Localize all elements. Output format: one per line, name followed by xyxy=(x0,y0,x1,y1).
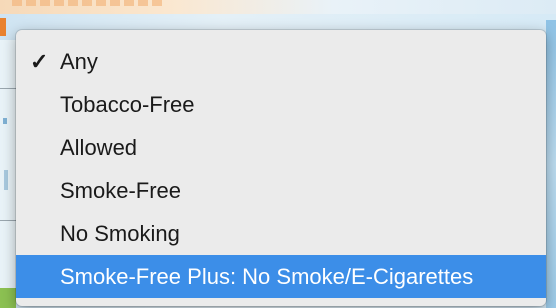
background-green-accent xyxy=(0,288,16,308)
background-header-text xyxy=(12,0,162,6)
menu-item-label: Allowed xyxy=(60,135,138,160)
checkmark-icon: ✓ xyxy=(30,49,49,74)
menu-item-label: Any xyxy=(60,49,98,74)
menu-item-label: Smoke-Free xyxy=(60,178,182,203)
menu-item-no-smoking[interactable]: No Smoking xyxy=(16,212,546,255)
menu-item-allowed[interactable]: Allowed xyxy=(16,126,546,169)
background-divider xyxy=(0,220,16,221)
smoking-policy-dropdown-menu: ✓ Any Tobacco-Free Allowed Smoke-Free No… xyxy=(16,30,546,306)
menu-item-smoke-free[interactable]: Smoke-Free xyxy=(16,169,546,212)
background-left-mark xyxy=(3,118,7,124)
menu-item-label: Smoke-Free Plus: No Smoke/E-Cigarettes xyxy=(60,264,474,289)
menu-item-any[interactable]: ✓ Any xyxy=(16,40,546,83)
menu-item-smoke-free-plus[interactable]: Smoke-Free Plus: No Smoke/E-Cigarettes xyxy=(16,255,546,298)
menu-item-label: No Smoking xyxy=(60,221,180,246)
menu-item-tobacco-free[interactable]: Tobacco-Free xyxy=(16,83,546,126)
background-divider xyxy=(0,88,16,89)
background-left-mark xyxy=(4,170,8,190)
background-right-strip xyxy=(546,20,556,308)
background-orange-accent xyxy=(0,18,6,36)
menu-item-label: Tobacco-Free xyxy=(60,92,195,117)
